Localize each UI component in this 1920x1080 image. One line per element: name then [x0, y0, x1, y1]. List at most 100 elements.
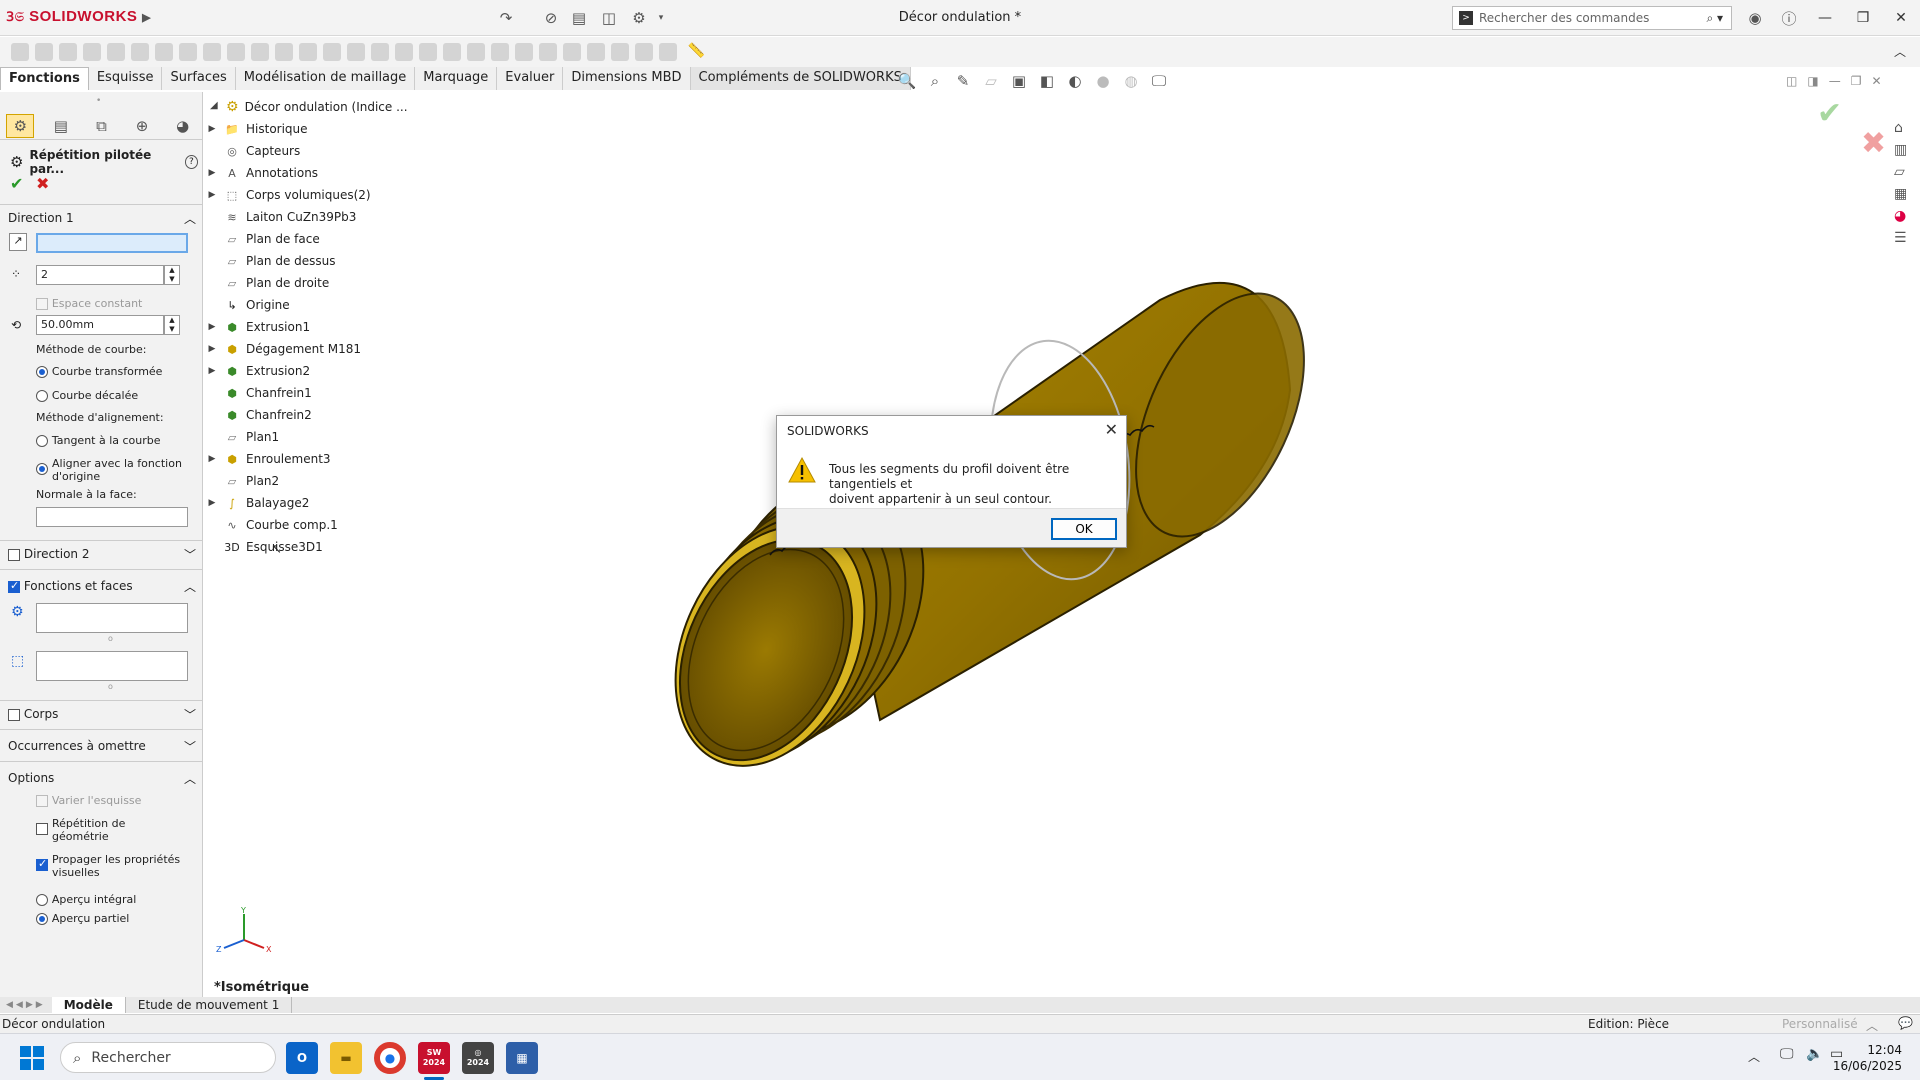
display-manager-tab-icon[interactable]: ◕: [169, 114, 197, 138]
tool-icon[interactable]: [323, 43, 341, 61]
expand-arrow-icon[interactable]: ▶: [205, 344, 219, 354]
status-tooltip-icon[interactable]: 💬: [1898, 1016, 1913, 1030]
volume-icon[interactable]: 🔈: [1806, 1046, 1823, 1062]
direction1-curve-selection[interactable]: [36, 233, 188, 253]
section-view-icon[interactable]: ▱: [980, 70, 1002, 92]
expand-icon[interactable]: ﹀: [184, 706, 196, 723]
expand-arrow-icon[interactable]: ▶: [205, 498, 219, 508]
windows-start-icon[interactable]: [20, 1046, 44, 1070]
tool-icon[interactable]: [419, 43, 437, 61]
tree-item[interactable]: ▶ ⬚ Corps volumiques(2): [205, 184, 371, 206]
direction2-checkbox[interactable]: [8, 548, 20, 561]
show-hidden-icons[interactable]: ︿: [1748, 1048, 1760, 1065]
tool-icon[interactable]: [107, 43, 125, 61]
home-icon[interactable]: ⌂: [1894, 120, 1918, 136]
tab-fonctions[interactable]: Fonctions: [0, 67, 89, 90]
features-selection-box[interactable]: [36, 603, 188, 633]
tool-icon[interactable]: [563, 43, 581, 61]
minimize-icon[interactable]: —: [1806, 0, 1844, 36]
collapse-toolbar-icon[interactable]: ︿: [1894, 43, 1906, 60]
tree-item[interactable]: ▶ ⬢ Dégagement M181: [205, 338, 362, 360]
tree-root[interactable]: ⚙ Décor ondulation (Indice ...: [226, 96, 408, 118]
tool-icon[interactable]: [179, 43, 197, 61]
partial-preview-radio[interactable]: [36, 912, 48, 925]
vary-sketch-option[interactable]: Varier l'esquisse: [36, 793, 141, 807]
tool-icon[interactable]: [11, 43, 29, 61]
normal-face-selection[interactable]: [36, 507, 188, 527]
solidworks-logo[interactable]: 𝟥𝔖 SOLIDWORKS ▶: [6, 8, 151, 25]
curve-transformed-radio[interactable]: [36, 365, 48, 378]
curve-transformed-option[interactable]: Courbe transformée: [36, 364, 162, 378]
expand-arrow-icon[interactable]: ▶: [205, 168, 219, 178]
scene-icon[interactable]: ◍: [1120, 70, 1142, 92]
align-origin-radio[interactable]: [36, 463, 48, 475]
feature-manager-tab-icon[interactable]: ⚙: [6, 113, 35, 138]
viewport-tile-icon[interactable]: ◫: [1786, 74, 1797, 88]
expand-arrow-icon[interactable]: ▶: [205, 366, 219, 376]
curve-offset-option[interactable]: Courbe décalée: [36, 388, 138, 402]
tool-icon[interactable]: [299, 43, 317, 61]
tree-item[interactable]: ≋ Laiton CuZn39Pb3: [205, 206, 356, 228]
tool-icon[interactable]: [467, 43, 485, 61]
features-faces-checkbox[interactable]: [8, 579, 20, 593]
ok-button[interactable]: OK: [1051, 518, 1117, 540]
tool-icon[interactable]: [347, 43, 365, 61]
align-origin-option[interactable]: Aligner avec la fonction d'origine: [36, 457, 182, 483]
previous-view-icon[interactable]: ✎: [952, 70, 974, 92]
propagate-visual-checkbox[interactable]: [36, 857, 48, 871]
panel-grip[interactable]: •: [96, 96, 101, 106]
restore-icon[interactable]: ❐: [1844, 0, 1882, 36]
tool-icon[interactable]: [155, 43, 173, 61]
tab-motion-study[interactable]: Etude de mouvement 1: [126, 997, 293, 1013]
file-explorer-icon[interactable]: ▦: [1894, 186, 1918, 202]
outlook-icon[interactable]: O: [286, 1042, 318, 1074]
tree-item[interactable]: ▶ A Annotations: [205, 162, 319, 184]
tree-item[interactable]: ⬢ Chanfrein1: [205, 382, 312, 404]
custom-properties-icon[interactable]: ☰: [1894, 230, 1918, 246]
chrome-icon[interactable]: ●: [374, 1042, 406, 1074]
cancel-x-icon[interactable]: ✖: [36, 174, 49, 193]
options-header[interactable]: Options ︿: [8, 769, 196, 787]
direction1-header[interactable]: Direction 1 ︿: [8, 209, 196, 227]
tool-icon[interactable]: [371, 43, 389, 61]
hide-show-icon[interactable]: ◐: [1064, 70, 1086, 92]
instance-count-spinner[interactable]: ▲ ▼: [164, 265, 180, 285]
resources-icon[interactable]: ▥: [1894, 142, 1918, 158]
tab-dimensions-mbd[interactable]: Dimensions MBD: [563, 67, 691, 90]
zoom-area-icon[interactable]: ⌕: [924, 70, 946, 92]
view-settings-icon[interactable]: 🖵: [1148, 70, 1170, 92]
expand-arrow-icon[interactable]: ▶: [205, 190, 219, 200]
tree-item[interactable]: ▶ ⬢ Extrusion2: [205, 360, 311, 382]
chevron-down-icon[interactable]: ▾: [650, 7, 672, 29]
partial-preview-option[interactable]: Aperçu partiel: [36, 911, 129, 925]
tree-root-collapse-arrow[interactable]: ◢: [210, 100, 218, 111]
resize-grip[interactable]: o: [108, 682, 113, 691]
curve-offset-radio[interactable]: [36, 389, 48, 402]
view-orientation-icon[interactable]: ▣: [1008, 70, 1030, 92]
design-library-icon[interactable]: ▱: [1894, 164, 1918, 180]
user-icon[interactable]: ◉: [1744, 7, 1766, 29]
solidworks-taskbar-icon[interactable]: SW 2024: [418, 1042, 450, 1074]
features-faces-header[interactable]: Fonctions et faces ︿: [8, 577, 196, 595]
help-icon[interactable]: ?: [184, 155, 198, 169]
file-explorer-icon[interactable]: ▬: [330, 1042, 362, 1074]
tree-item[interactable]: ▱ Plan de droite: [205, 272, 329, 294]
configuration-manager-tab-icon[interactable]: ⧉: [87, 114, 115, 138]
network-icon[interactable]: 🖵: [1780, 1046, 1794, 1062]
tab-scroll-arrows[interactable]: ◀◀▶▶: [0, 1000, 52, 1010]
appearances-icon[interactable]: ◕: [1894, 208, 1918, 224]
expand-icon[interactable]: ﹀: [184, 738, 196, 755]
tool-icon[interactable]: [227, 43, 245, 61]
tool-icon[interactable]: [59, 43, 77, 61]
solidworks-launcher-icon[interactable]: ◎ 2024: [462, 1042, 494, 1074]
appearance-icon[interactable]: ●: [1092, 70, 1114, 92]
zoom-fit-icon[interactable]: 🔍: [896, 70, 918, 92]
expand-arrow-icon[interactable]: ▶: [205, 454, 219, 464]
bodies-checkbox[interactable]: [8, 708, 20, 721]
help-icon[interactable]: ⓘ: [1778, 7, 1800, 29]
clock[interactable]: 12:04 16/06/2025: [1833, 1042, 1902, 1074]
gear-icon[interactable]: ⚙: [628, 7, 650, 29]
status-units-arrow-icon[interactable]: ︿: [1866, 1017, 1878, 1034]
confirm-corner-ok-icon[interactable]: ✔: [1817, 96, 1842, 131]
constant-spacing-option[interactable]: Espace constant: [36, 296, 142, 310]
